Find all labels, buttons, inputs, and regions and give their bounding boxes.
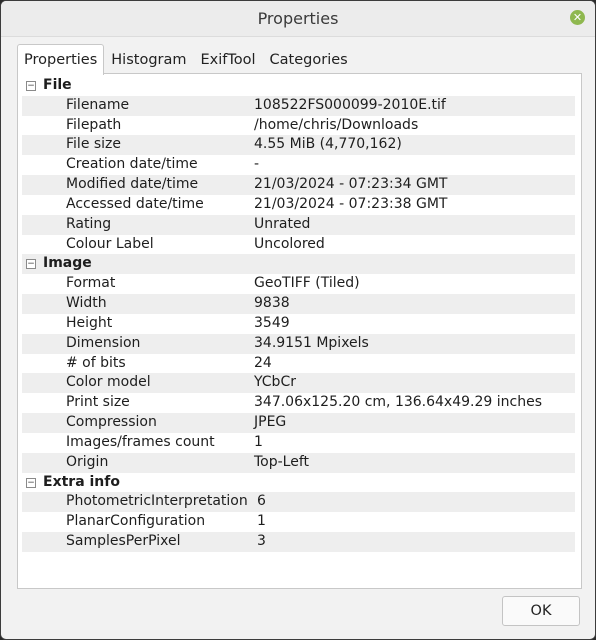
table-row[interactable]: SamplesPerPixel 3	[22, 532, 575, 552]
table-row[interactable]: Print size 347.06x125.20 cm, 136.64x49.2…	[22, 393, 575, 413]
group-label: Extra info	[43, 473, 120, 490]
table-row[interactable]: Colour Label Uncolored	[22, 235, 575, 255]
property-name: Height	[66, 314, 113, 331]
property-value: 3549	[254, 314, 290, 331]
property-name: Rating	[66, 215, 112, 232]
property-value: 9838	[254, 295, 290, 312]
property-value: 21/03/2024 - 07:23:38 GMT	[254, 195, 448, 212]
property-name: Accessed date/time	[66, 195, 204, 212]
collapse-icon[interactable]: −	[26, 259, 36, 270]
table-row[interactable]: Compression JPEG	[22, 413, 575, 433]
property-name: Origin	[66, 453, 109, 470]
property-name: Print size	[66, 394, 130, 411]
table-row[interactable]: Color model YCbCr	[22, 373, 575, 394]
property-value: 347.06x125.20 cm, 136.64x49.29 inches	[254, 394, 542, 411]
property-value: 24	[254, 354, 272, 371]
property-value: 1	[254, 433, 263, 450]
tab-categories[interactable]: Categories	[263, 44, 355, 73]
property-name: Compression	[66, 414, 157, 431]
group-extra-info[interactable]: − Extra info	[22, 473, 575, 493]
table-row[interactable]: Images/frames count 1	[22, 433, 575, 453]
collapse-icon[interactable]: −	[26, 477, 36, 488]
table-row[interactable]: PlanarConfiguration 1	[22, 512, 575, 532]
tab-properties[interactable]: Properties	[17, 44, 105, 75]
property-name: Filename	[66, 96, 130, 113]
table-row[interactable]: # of bits 24	[22, 354, 575, 374]
property-value: Top-Left	[254, 453, 310, 470]
title-bar[interactable]: Properties ✕	[1, 1, 595, 37]
properties-panel: − File Filename 108522FS000099-2010E.tif…	[17, 73, 582, 589]
close-icon[interactable]: ✕	[570, 10, 585, 25]
property-name: # of bits	[66, 354, 126, 371]
table-row[interactable]: Origin Top-Left	[22, 452, 575, 473]
property-name: SamplesPerPixel	[66, 533, 181, 550]
group-label: Image	[43, 255, 92, 272]
ok-button[interactable]: OK	[502, 596, 580, 626]
table-row[interactable]: Height 3549	[22, 314, 575, 334]
properties-dialog: Properties ✕ Properties Histogram ExifTo…	[0, 0, 596, 640]
table-row[interactable]: Accessed date/time 21/03/2024 - 07:23:38…	[22, 195, 575, 215]
group-file[interactable]: − File	[22, 76, 575, 96]
table-row[interactable]: PhotometricInterpretation 6	[22, 492, 575, 513]
property-value: JPEG	[254, 414, 287, 431]
collapse-icon[interactable]: −	[26, 81, 36, 91]
property-value: YCbCr	[254, 374, 296, 391]
table-row[interactable]: Filepath /home/chris/Downloads	[22, 116, 575, 136]
group-image[interactable]: − Image	[22, 254, 575, 275]
property-value: 108522FS000099-2010E.tif	[254, 96, 446, 113]
property-value: -	[254, 156, 260, 173]
table-row[interactable]: Filename 108522FS000099-2010E.tif	[22, 95, 575, 116]
property-value: /home/chris/Downloads	[254, 116, 419, 133]
property-name: File size	[66, 136, 122, 153]
property-value: 3	[257, 533, 266, 550]
property-name: PlanarConfiguration	[66, 513, 206, 530]
property-value: 1	[257, 513, 266, 530]
table-row[interactable]: File size 4.55 MiB (4,770,162)	[22, 135, 575, 156]
property-name: Format	[66, 275, 116, 292]
property-value: 34.9151 Mpixels	[254, 334, 369, 351]
group-label: File	[43, 77, 72, 93]
property-name: Images/frames count	[66, 433, 215, 450]
window-title: Properties	[257, 9, 339, 28]
property-name: Creation date/time	[66, 156, 198, 173]
property-name: Filepath	[66, 116, 122, 133]
table-row[interactable]: Rating Unrated	[22, 214, 575, 235]
property-value: Uncolored	[254, 235, 325, 252]
property-name: Color model	[66, 374, 151, 391]
table-row[interactable]: Creation date/time -	[22, 155, 575, 175]
property-name: Modified date/time	[66, 176, 199, 193]
tab-exiftool[interactable]: ExifTool	[194, 44, 263, 73]
property-name: Colour Label	[66, 235, 154, 252]
table-row[interactable]: Modified date/time 21/03/2024 - 07:23:34…	[22, 175, 575, 195]
property-value: 4.55 MiB (4,770,162)	[254, 136, 402, 153]
property-value: 21/03/2024 - 07:23:34 GMT	[254, 176, 448, 193]
property-value: 6	[257, 493, 266, 510]
property-name: PhotometricInterpretation	[66, 493, 248, 510]
tab-bar: Properties Histogram ExifTool Categories	[17, 44, 355, 75]
property-name: Dimension	[66, 334, 141, 351]
table-row[interactable]: Width 9838	[22, 294, 575, 314]
table-row[interactable]: Format GeoTIFF (Tiled)	[22, 274, 575, 294]
tab-histogram[interactable]: Histogram	[104, 44, 193, 73]
table-row[interactable]: Dimension 34.9151 Mpixels	[22, 333, 575, 354]
properties-tree[interactable]: − File Filename 108522FS000099-2010E.tif…	[22, 76, 575, 552]
property-name: Width	[66, 295, 107, 312]
property-value: GeoTIFF (Tiled)	[254, 275, 360, 292]
property-value: Unrated	[254, 215, 311, 232]
